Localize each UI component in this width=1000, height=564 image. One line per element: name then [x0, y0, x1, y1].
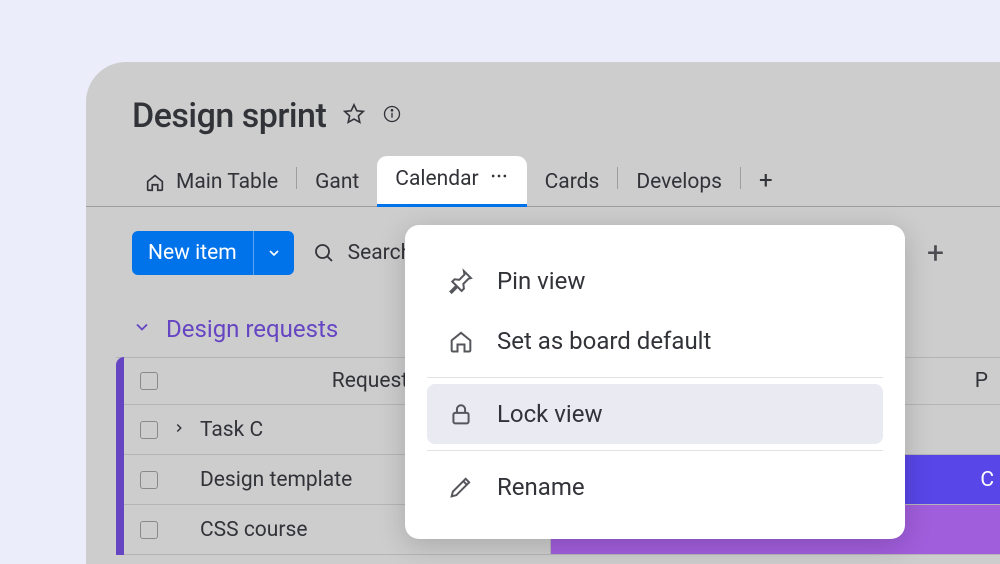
search-label: Search — [348, 241, 413, 265]
board-header: Design sprint — [86, 62, 1000, 136]
pin-icon — [447, 267, 475, 295]
home-icon — [144, 171, 166, 193]
board-title: Design sprint — [132, 96, 326, 136]
menu-divider — [427, 450, 883, 451]
tab-label: Gant — [315, 170, 359, 194]
menu-item-label: Set as board default — [497, 327, 711, 355]
tab-gant[interactable]: Gant — [297, 160, 377, 206]
info-icon[interactable] — [382, 104, 402, 128]
group-color-rail — [116, 357, 124, 555]
home-icon — [447, 327, 475, 355]
status-label: C — [980, 468, 994, 492]
menu-item-pin-view[interactable]: Pin view — [427, 251, 883, 311]
menu-item-label: Lock view — [497, 400, 603, 428]
menu-divider — [427, 377, 883, 378]
menu-item-set-default[interactable]: Set as board default — [427, 311, 883, 371]
search-button[interactable]: Search — [312, 241, 413, 265]
views-tabs: Main Table Gant Calendar Cards Develops … — [86, 136, 1000, 207]
row-checkbox[interactable] — [140, 471, 158, 489]
select-all-checkbox[interactable] — [140, 372, 158, 390]
tab-develops[interactable]: Develops — [618, 160, 740, 206]
menu-item-lock-view[interactable]: Lock view — [427, 384, 883, 444]
group-title: Design requests — [166, 315, 338, 343]
tab-calendar[interactable]: Calendar — [377, 156, 526, 207]
star-icon[interactable] — [342, 102, 366, 130]
add-widget-button[interactable]: + — [927, 236, 954, 271]
menu-item-rename[interactable]: Rename — [427, 457, 883, 517]
menu-item-label: Rename — [497, 473, 585, 501]
tab-label: Cards — [545, 170, 600, 194]
new-item-main[interactable]: New item — [132, 231, 253, 275]
tab-main-table[interactable]: Main Table — [126, 160, 296, 206]
tab-cards[interactable]: Cards — [527, 160, 618, 206]
view-options-menu: Pin view Set as board default Lock view … — [405, 225, 905, 539]
chevron-down-icon — [266, 245, 282, 261]
row-checkbox[interactable] — [140, 521, 158, 539]
lock-icon — [447, 400, 475, 428]
menu-item-label: Pin view — [497, 267, 585, 295]
row-checkbox[interactable] — [140, 421, 158, 439]
more-icon[interactable] — [489, 166, 509, 192]
expand-subitems-icon[interactable] — [172, 420, 190, 439]
tab-label: Calendar — [395, 167, 478, 191]
search-icon — [312, 241, 336, 265]
chevron-down-icon — [132, 317, 152, 341]
tab-label: Main Table — [176, 170, 278, 194]
new-item-button: New item — [132, 231, 294, 275]
tab-label: Develops — [636, 170, 722, 194]
add-view-button[interactable]: + — [741, 158, 791, 206]
pencil-icon — [447, 473, 475, 501]
new-item-dropdown[interactable] — [253, 231, 294, 275]
